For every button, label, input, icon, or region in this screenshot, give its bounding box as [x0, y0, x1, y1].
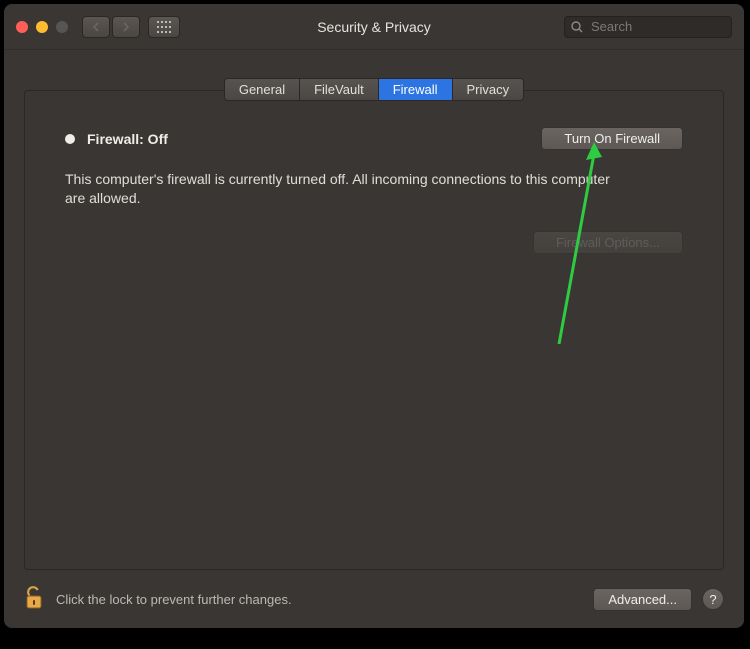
tabs-row: General FileVault Firewall Privacy — [4, 50, 744, 101]
tab-general[interactable]: General — [225, 79, 300, 100]
firewall-status-row: Firewall: Off Turn On Firewall — [65, 127, 683, 150]
chevron-right-icon — [122, 22, 130, 32]
tab-firewall[interactable]: Firewall — [379, 79, 453, 100]
firewall-status-label: Firewall: Off — [87, 131, 168, 147]
titlebar: Security & Privacy — [4, 4, 744, 50]
chevron-left-icon — [92, 22, 100, 32]
search-wrap — [564, 16, 732, 38]
traffic-lights — [16, 21, 68, 33]
help-button[interactable]: ? — [702, 588, 724, 610]
search-icon — [571, 21, 583, 33]
firewall-panel: Firewall: Off Turn On Firewall This comp… — [24, 90, 724, 570]
close-window-button[interactable] — [16, 21, 28, 33]
tab-filevault[interactable]: FileVault — [300, 79, 379, 100]
minimize-window-button[interactable] — [36, 21, 48, 33]
back-button[interactable] — [82, 16, 110, 38]
firewall-options-button: Firewall Options... — [533, 231, 683, 254]
forward-button[interactable] — [112, 16, 140, 38]
lock-icon[interactable] — [24, 586, 44, 613]
advanced-button[interactable]: Advanced... — [593, 588, 692, 611]
footer: Click the lock to prevent further change… — [4, 570, 744, 628]
firewall-description: This computer's firewall is currently tu… — [65, 170, 625, 208]
turn-on-firewall-button[interactable]: Turn On Firewall — [541, 127, 683, 150]
tabs: General FileVault Firewall Privacy — [224, 78, 524, 101]
search-input[interactable] — [564, 16, 732, 38]
tab-privacy[interactable]: Privacy — [453, 79, 524, 100]
nav-buttons — [82, 16, 140, 38]
zoom-window-button[interactable] — [56, 21, 68, 33]
show-all-prefs-button[interactable] — [148, 16, 180, 38]
status-indicator-icon — [65, 134, 75, 144]
grid-icon — [157, 21, 171, 33]
lock-hint-text: Click the lock to prevent further change… — [56, 592, 292, 607]
preferences-window: Security & Privacy General FileVault Fir… — [4, 4, 744, 628]
